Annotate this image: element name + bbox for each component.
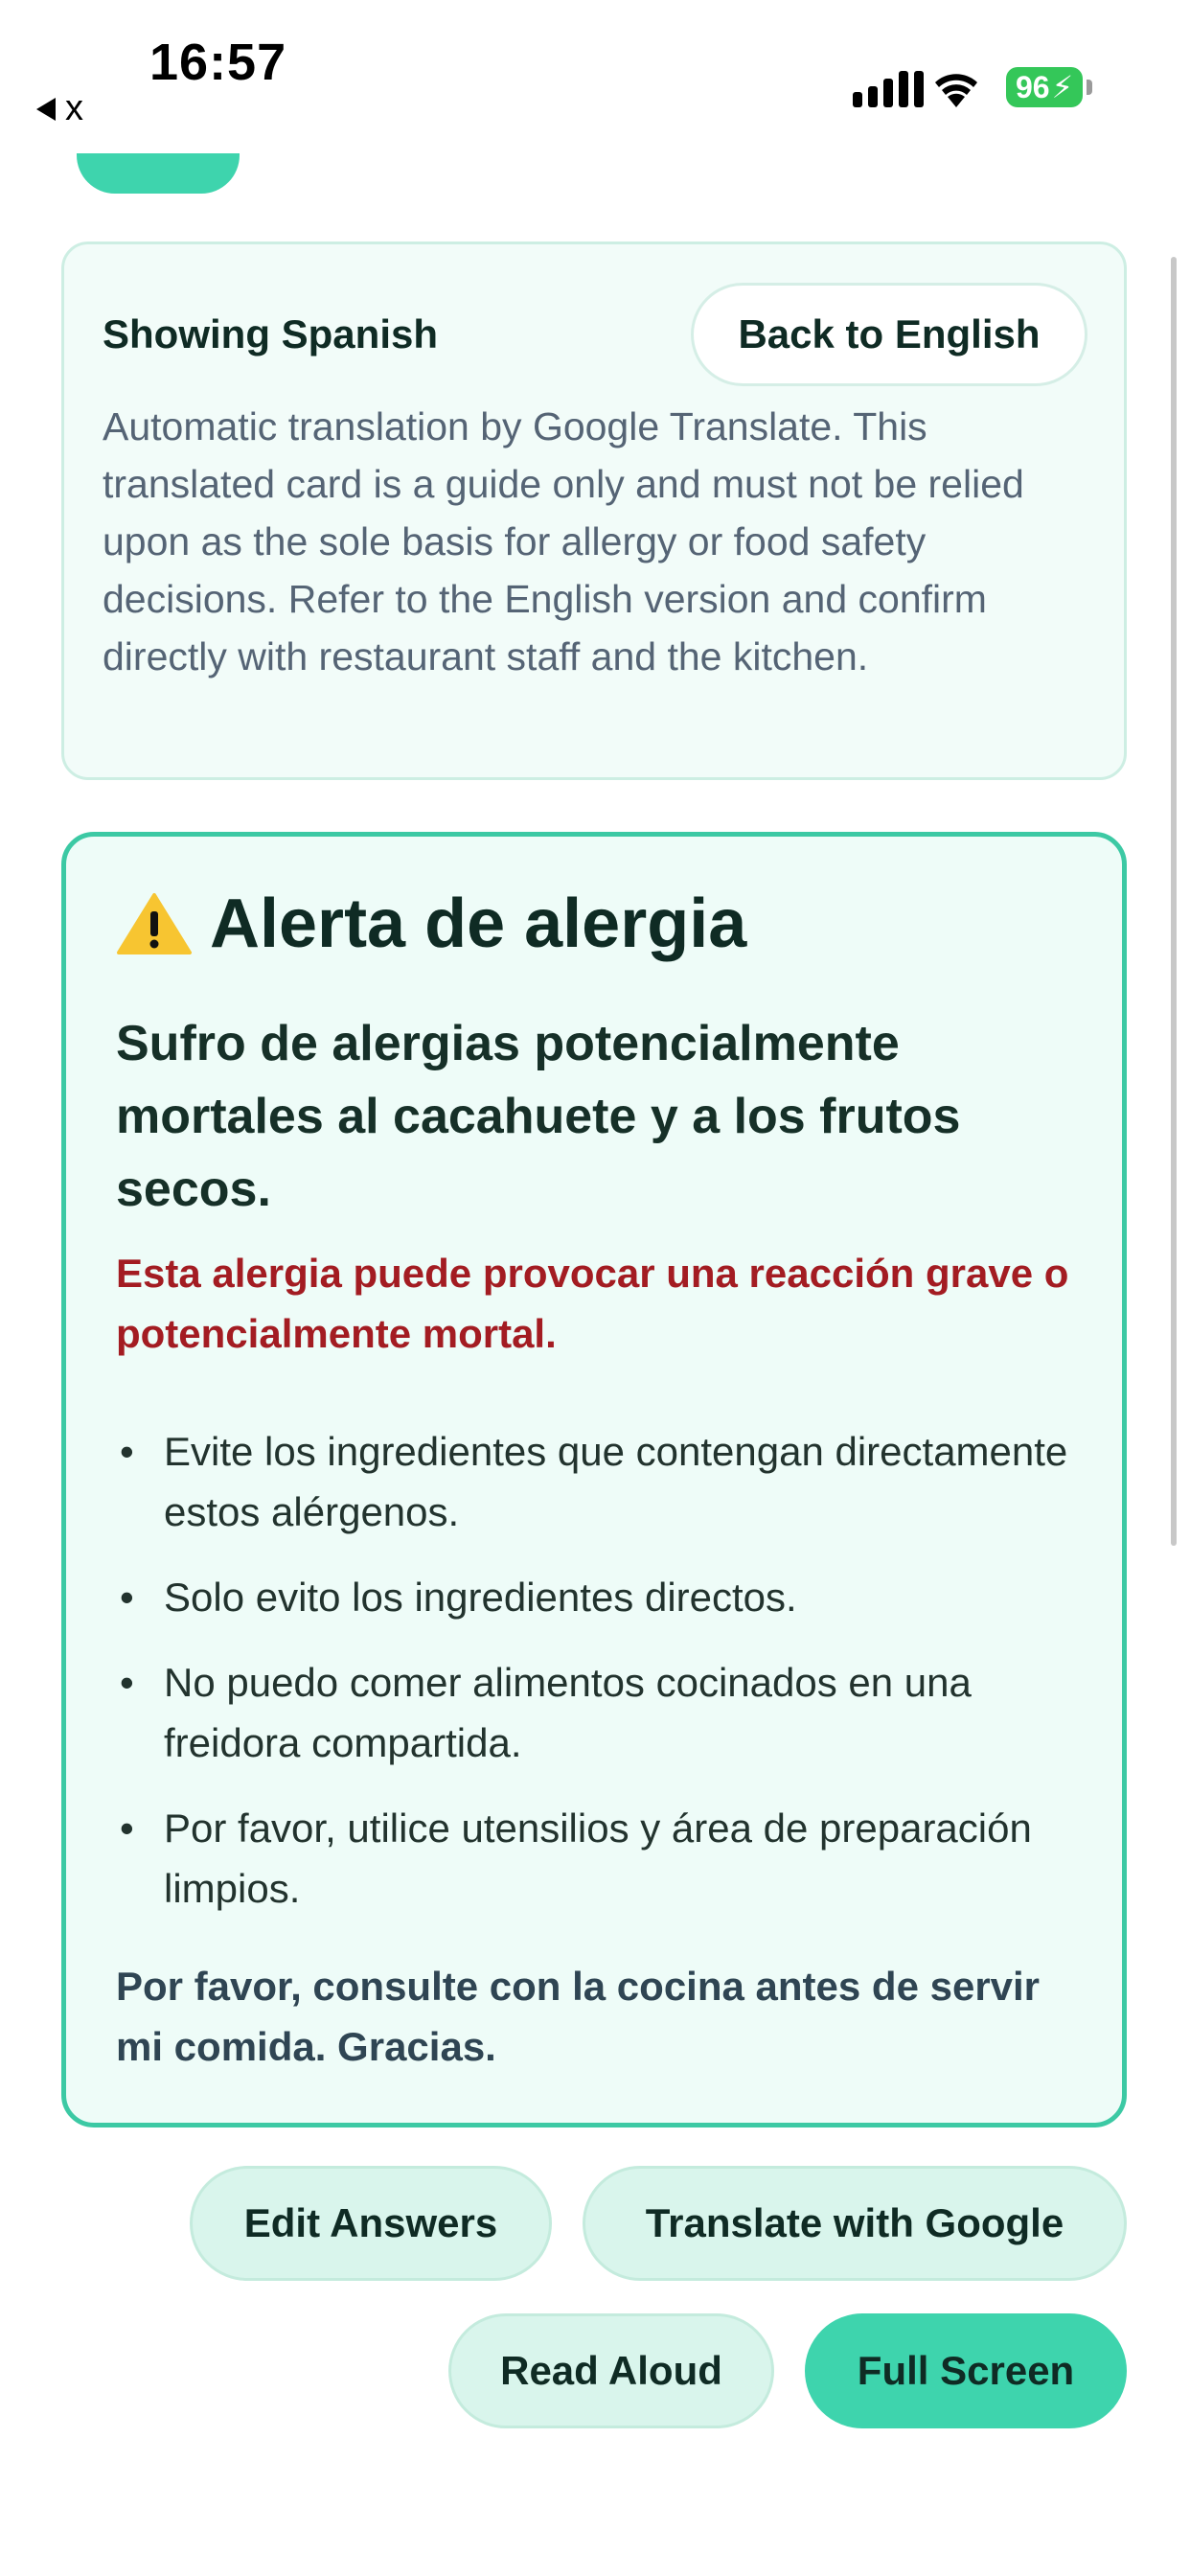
translate-with-google-button[interactable]: Translate with Google [583, 2166, 1127, 2281]
read-aloud-button[interactable]: Read Aloud [448, 2313, 774, 2428]
partial-top-button[interactable] [77, 153, 240, 194]
back-triangle-icon [36, 97, 56, 121]
battery-tip [1087, 80, 1092, 95]
alert-header: Alerta de alergia [116, 885, 746, 963]
severity-warning: Esta alergia puede provocar una reacción… [116, 1251, 1069, 1356]
alert-title: Alerta de alergia [210, 886, 747, 962]
allergy-instructions-list: Evite los ingredientes que contengan dir… [116, 1421, 1084, 1944]
allergy-alert-card: Alerta de alergia Sufro de alergias pote… [61, 832, 1127, 2128]
back-app-label: x [65, 88, 83, 128]
back-to-english-button[interactable]: Back to English [691, 283, 1087, 386]
charging-bolt-icon: ⚡ [1051, 70, 1074, 104]
notice-disclaimer: Automatic translation by Google Translat… [103, 404, 1024, 678]
list-item: No puedo comer alimentos cocinados en un… [116, 1652, 1084, 1773]
battery-icon: 96 ⚡ [1006, 67, 1083, 107]
translation-notice: Showing Spanish Back to English Automati… [61, 242, 1127, 780]
edit-answers-button[interactable]: Edit Answers [190, 2166, 552, 2281]
list-item: Evite los ingredientes que contengan dir… [116, 1421, 1084, 1542]
warning-icon [117, 893, 192, 954]
wifi-icon [935, 74, 977, 107]
alert-footer: Por favor, consulte con la cocina antes … [116, 1964, 1041, 2069]
scrollbar[interactable] [1171, 257, 1177, 1546]
list-item: Por favor, utilice utensilios y área de … [116, 1798, 1084, 1919]
battery-level: 96 [1015, 69, 1050, 104]
list-item: Solo evito los ingredientes directos. [116, 1567, 1084, 1627]
status-time: 16:57 [149, 34, 287, 91]
notice-title: Showing Spanish [103, 311, 439, 356]
back-to-app-button[interactable]: x [36, 88, 83, 129]
full-screen-button[interactable]: Full Screen [805, 2313, 1127, 2428]
alert-subtitle: Sufro de alergias potencialmente mortale… [116, 1016, 961, 1217]
cellular-signal-icon [853, 69, 924, 107]
